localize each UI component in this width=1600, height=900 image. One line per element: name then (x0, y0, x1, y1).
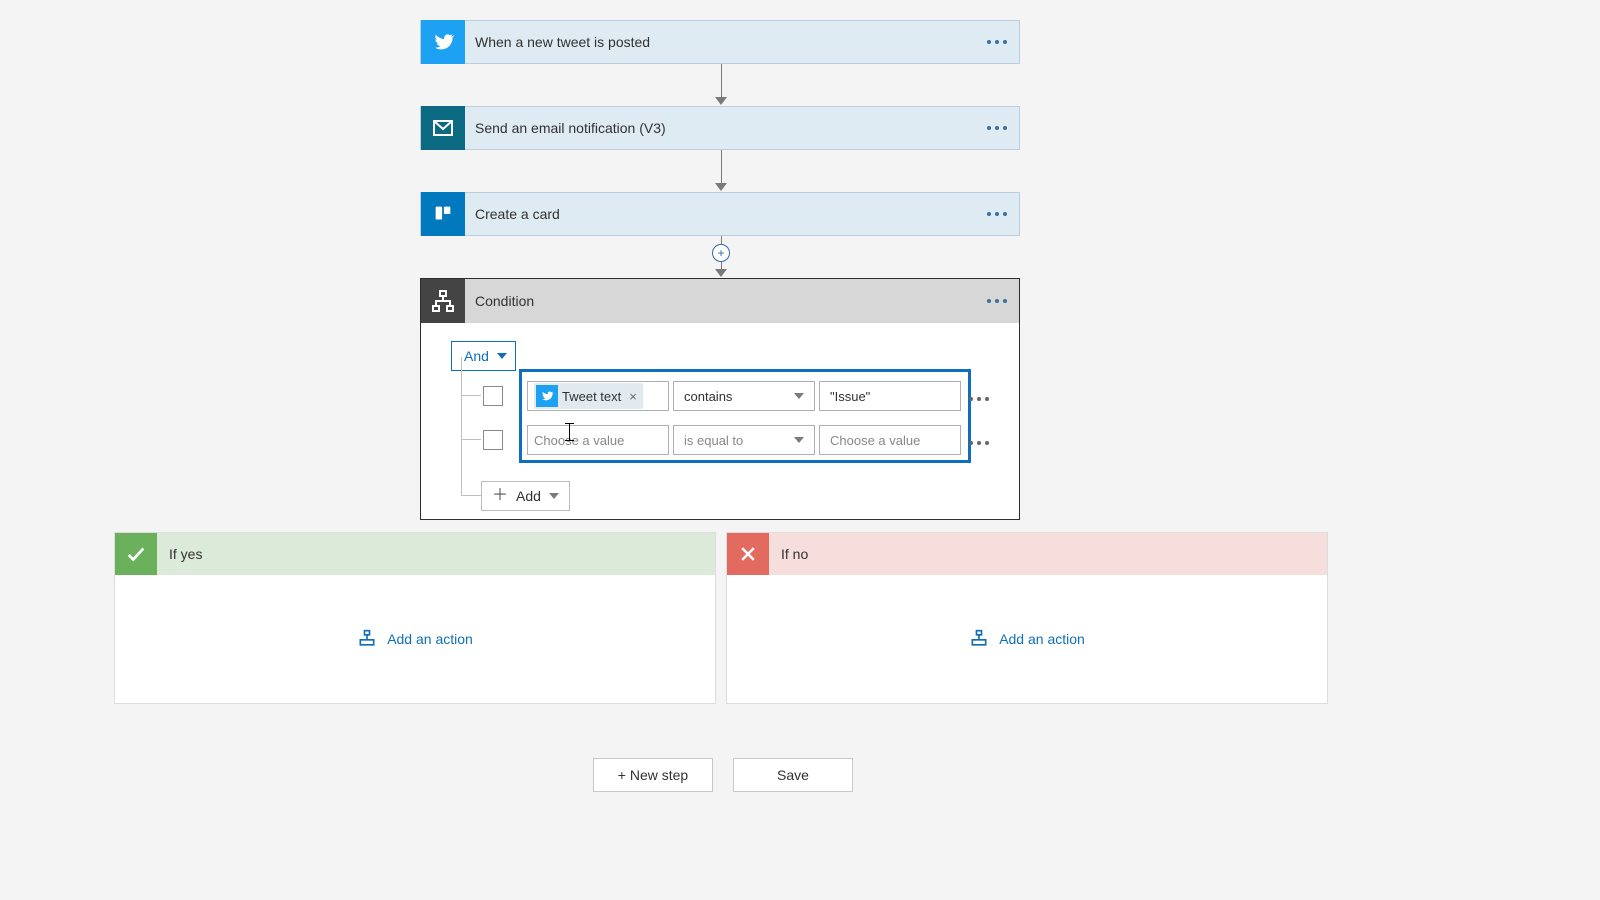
operator-dropdown[interactable]: is equal to (673, 425, 815, 455)
insert-step-button[interactable]: + (712, 244, 730, 262)
lhs-field[interactable]: Choose a value (527, 425, 669, 455)
rhs-placeholder: Choose a value (830, 433, 920, 448)
remove-token-button[interactable]: × (625, 389, 641, 404)
if-yes-branch: If yes Add an action (114, 532, 716, 704)
chevron-down-icon (794, 393, 804, 399)
operator-label: contains (684, 389, 732, 404)
if-no-branch: If no Add an action (726, 532, 1328, 704)
operator-placeholder: is equal to (684, 433, 743, 448)
action-title: Send an email notification (V3) (465, 120, 975, 136)
row-checkbox[interactable] (483, 430, 503, 450)
add-row-button[interactable]: ＋ Add (481, 481, 570, 511)
condition-card: Condition And Twee (420, 278, 1020, 520)
rhs-value: "Issue" (830, 389, 870, 404)
more-menu-button[interactable] (975, 212, 1019, 216)
if-yes-header[interactable]: If yes (115, 533, 715, 575)
if-no-label: If no (769, 546, 808, 562)
rhs-field[interactable]: Choose a value (819, 425, 961, 455)
trello-icon (421, 192, 465, 236)
add-action-button[interactable]: Add an action (357, 629, 473, 649)
lhs-field[interactable]: Tweet text × (527, 381, 669, 411)
mail-icon (421, 106, 465, 150)
trigger-card-twitter[interactable]: When a new tweet is posted (420, 20, 1020, 64)
add-action-label: Add an action (999, 631, 1085, 647)
chevron-down-icon (549, 493, 559, 499)
more-menu-button[interactable] (975, 126, 1019, 130)
lhs-placeholder: Choose a value (534, 433, 624, 448)
operator-dropdown[interactable]: contains (673, 381, 815, 411)
logic-operator-label: And (464, 348, 489, 364)
row-more-button[interactable] (967, 432, 991, 448)
more-menu-button[interactable] (975, 40, 1019, 44)
condition-row: Choose a value is equal to Choose a valu… (483, 425, 991, 455)
add-label: Add (516, 488, 541, 504)
row-more-button[interactable] (967, 388, 991, 404)
condition-row: Tweet text × contains "Issue" (483, 381, 991, 411)
twitter-icon (536, 385, 558, 407)
chevron-down-icon (497, 353, 507, 359)
add-action-button[interactable]: Add an action (969, 629, 1085, 649)
close-icon (727, 533, 769, 575)
new-step-button[interactable]: + New step (593, 758, 713, 792)
new-step-label: + New step (618, 767, 688, 783)
add-action-label: Add an action (387, 631, 473, 647)
twitter-icon (421, 20, 465, 64)
save-button[interactable]: Save (733, 758, 853, 792)
action-card-email[interactable]: Send an email notification (V3) (420, 106, 1020, 150)
connector (720, 150, 722, 192)
plus-icon: ＋ (492, 489, 508, 503)
if-no-header[interactable]: If no (727, 533, 1327, 575)
connector (720, 64, 722, 106)
text-cursor-bottom (565, 440, 574, 441)
text-cursor-top (565, 423, 574, 424)
chevron-down-icon (794, 437, 804, 443)
more-menu-button[interactable] (975, 299, 1019, 303)
action-card-trello[interactable]: Create a card (420, 192, 1020, 236)
token-label: Tweet text (562, 389, 621, 404)
dynamic-content-token[interactable]: Tweet text × (534, 383, 643, 409)
action-title: Create a card (465, 206, 975, 222)
if-yes-label: If yes (157, 546, 202, 562)
check-icon (115, 533, 157, 575)
rhs-field[interactable]: "Issue" (819, 381, 961, 411)
row-checkbox[interactable] (483, 386, 503, 406)
add-action-icon (357, 629, 377, 649)
condition-icon (421, 279, 465, 323)
trigger-title: When a new tweet is posted (465, 34, 975, 50)
save-label: Save (777, 767, 809, 783)
text-cursor (569, 424, 570, 440)
condition-title: Condition (465, 293, 975, 309)
condition-header[interactable]: Condition (421, 279, 1019, 323)
add-action-icon (969, 629, 989, 649)
